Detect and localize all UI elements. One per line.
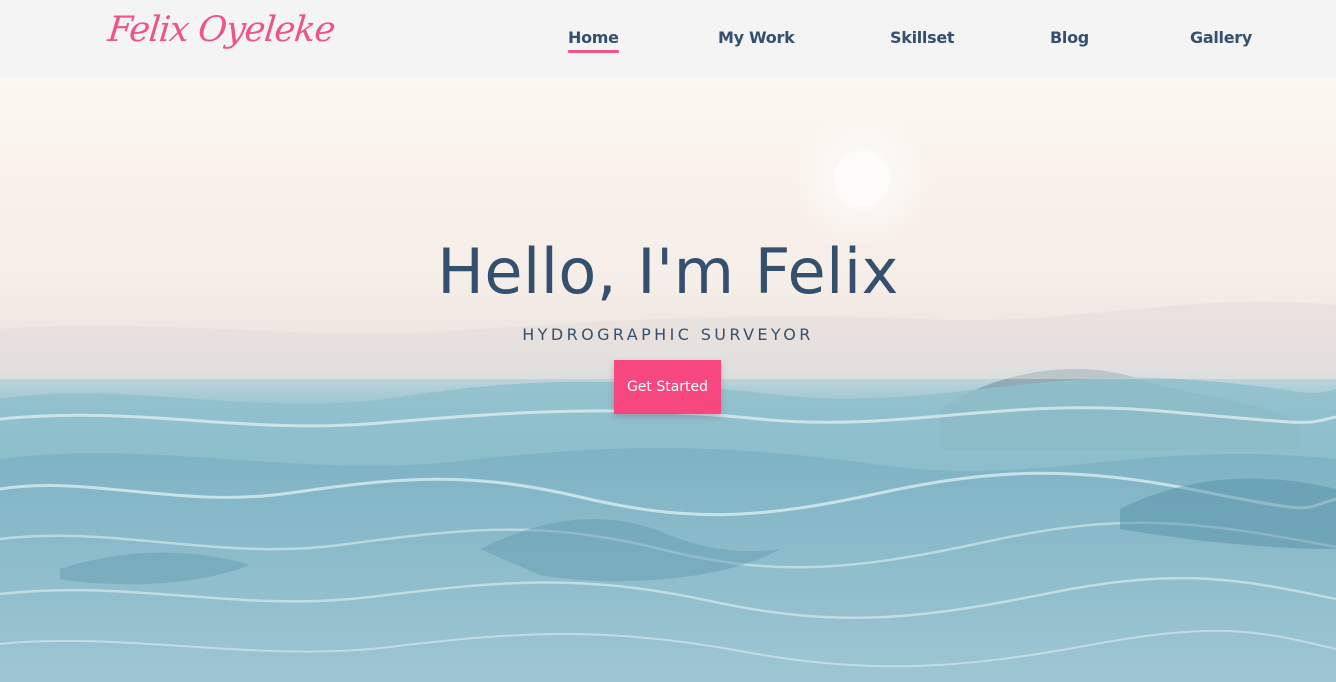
nav-link-home[interactable]: Home xyxy=(568,28,619,53)
navbar: Felix Oyeleke Home My Work Skillset Blog… xyxy=(0,0,1336,79)
get-started-button[interactable]: Get Started xyxy=(614,360,721,414)
nav-link-blog[interactable]: Blog xyxy=(1050,28,1089,47)
nav-link-gallery[interactable]: Gallery xyxy=(1190,28,1252,47)
hero-section: Hello, I'm Felix HYDROGRAPHIC SURVEYOR G… xyxy=(0,79,1336,682)
hero-title: Hello, I'm Felix xyxy=(437,235,899,308)
site-logo[interactable]: Felix Oyeleke xyxy=(106,10,337,50)
hero-subtitle: HYDROGRAPHIC SURVEYOR xyxy=(522,325,814,344)
page: Felix Oyeleke Home My Work Skillset Blog… xyxy=(0,0,1336,682)
nav-link-my-work[interactable]: My Work xyxy=(718,28,795,47)
nav-link-skillset[interactable]: Skillset xyxy=(890,28,955,47)
